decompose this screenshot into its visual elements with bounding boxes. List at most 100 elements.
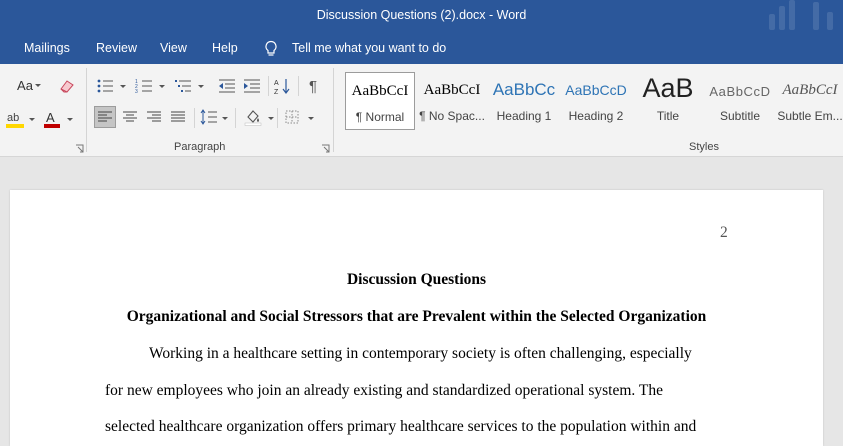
chevron-down-icon[interactable] bbox=[29, 118, 35, 121]
align-left-icon bbox=[98, 111, 112, 122]
title-bar-decoration bbox=[763, 0, 843, 34]
group-separator bbox=[333, 68, 334, 152]
svg-text:3: 3 bbox=[135, 89, 138, 94]
chevron-down-icon[interactable] bbox=[67, 118, 73, 121]
font-color-icon: A bbox=[44, 110, 60, 128]
increase-indent-button[interactable] bbox=[242, 76, 262, 96]
multilevel-list-button[interactable] bbox=[172, 76, 194, 96]
menu-mailings[interactable]: Mailings bbox=[24, 41, 70, 55]
styles-gallery: AaBbCcI ¶ Normal AaBbCcI ¶ No Spac... Aa… bbox=[343, 72, 843, 130]
style-name: Subtitle bbox=[719, 109, 761, 123]
chevron-down-icon[interactable] bbox=[268, 117, 274, 120]
numbering-button[interactable]: 1 2 3 bbox=[133, 76, 155, 96]
dialog-launcher-icon[interactable] bbox=[75, 144, 84, 153]
multilevel-list-icon bbox=[175, 80, 191, 92]
borders-button[interactable] bbox=[282, 106, 302, 128]
line-spacing-icon bbox=[200, 109, 217, 125]
styles-group-label: Styles bbox=[689, 141, 719, 153]
style-preview: AaBbCcI bbox=[782, 82, 838, 98]
style-title[interactable]: AaB Title bbox=[633, 72, 703, 130]
button-separator bbox=[277, 108, 278, 128]
menu-review[interactable]: Review bbox=[96, 41, 137, 55]
style-heading-1[interactable]: AaBbCc Heading 1 bbox=[489, 72, 559, 130]
style-preview: AaBbCcI bbox=[351, 83, 409, 99]
chevron-down-icon[interactable] bbox=[222, 117, 228, 120]
decrease-indent-button[interactable] bbox=[217, 76, 237, 96]
align-right-icon bbox=[147, 111, 161, 122]
button-separator bbox=[235, 108, 236, 128]
paint-bucket-icon bbox=[244, 110, 262, 126]
button-separator bbox=[194, 108, 195, 128]
clear-formatting-button[interactable] bbox=[57, 76, 77, 96]
svg-text:ab: ab bbox=[7, 112, 19, 124]
tell-me-search[interactable]: Tell me what you want to do bbox=[292, 41, 446, 55]
line-spacing-button[interactable] bbox=[199, 106, 219, 128]
chevron-down-icon[interactable] bbox=[308, 117, 314, 120]
window-title: Discussion Questions (2).docx - Word bbox=[316, 8, 527, 22]
style-preview: AaBbCcI bbox=[423, 82, 481, 98]
align-center-button[interactable] bbox=[119, 106, 141, 128]
font-color-button[interactable]: A bbox=[42, 108, 62, 130]
menu-bar: Mailings Review View Help Tell me what y… bbox=[0, 34, 843, 64]
button-separator bbox=[298, 76, 299, 96]
chevron-down-icon bbox=[35, 84, 41, 87]
paragraph-group-label: Paragraph bbox=[174, 141, 226, 153]
page-number: 2 bbox=[720, 224, 728, 241]
eraser-icon bbox=[60, 80, 74, 93]
group-separator bbox=[86, 68, 87, 152]
section-heading: Organizational and Social Stressors that… bbox=[126, 308, 707, 325]
numbered-list-icon: 1 2 3 bbox=[135, 79, 152, 94]
lightbulb-icon[interactable] bbox=[264, 40, 278, 58]
svg-text:Z: Z bbox=[274, 89, 279, 95]
menu-help[interactable]: Help bbox=[212, 41, 238, 55]
change-case-button[interactable]: Aa bbox=[10, 76, 41, 94]
justify-button[interactable] bbox=[167, 106, 189, 128]
document-page[interactable]: 2 Discussion Questions Organizational an… bbox=[10, 190, 823, 446]
dialog-launcher-icon[interactable] bbox=[321, 144, 330, 153]
sort-button[interactable]: A Z bbox=[273, 76, 293, 96]
pilcrow-icon: ¶ bbox=[308, 77, 318, 95]
style-normal[interactable]: AaBbCcI ¶ Normal bbox=[345, 72, 415, 130]
style-name: Heading 2 bbox=[568, 109, 624, 123]
style-subtitle[interactable]: AaBbCcD Subtitle bbox=[705, 72, 775, 130]
paragraph-line: Working in a healthcare setting in conte… bbox=[149, 345, 692, 362]
text-highlight-button[interactable]: ab bbox=[4, 108, 26, 130]
change-case-label: Aa bbox=[17, 77, 33, 93]
style-name: Title bbox=[656, 109, 680, 123]
increase-indent-icon bbox=[244, 79, 260, 93]
style-name: Heading 1 bbox=[496, 109, 552, 123]
shading-button[interactable] bbox=[242, 106, 264, 128]
decrease-indent-icon bbox=[219, 79, 235, 93]
style-preview: AaBbCcD bbox=[565, 82, 627, 98]
sort-icon: A Z bbox=[274, 79, 290, 95]
button-separator bbox=[268, 76, 269, 96]
paragraph-line: for new employees who join an already ex… bbox=[105, 382, 663, 399]
style-no-spacing[interactable]: AaBbCcI ¶ No Spac... bbox=[417, 72, 487, 130]
style-name: Subtle Em... bbox=[777, 109, 843, 123]
style-preview: AaB bbox=[642, 73, 694, 103]
bullet-list-icon bbox=[97, 79, 113, 93]
align-right-button[interactable] bbox=[143, 106, 165, 128]
chevron-down-icon[interactable] bbox=[120, 85, 126, 88]
paragraph-line: selected healthcare organization offers … bbox=[105, 418, 697, 435]
chevron-down-icon[interactable] bbox=[198, 85, 204, 88]
style-subtle-emphasis[interactable]: AaBbCcI Subtle Em... bbox=[777, 72, 843, 130]
svg-text:A: A bbox=[46, 110, 55, 125]
menu-view[interactable]: View bbox=[160, 41, 187, 55]
style-name: ¶ No Spac... bbox=[419, 109, 485, 123]
document-title: Discussion Questions bbox=[346, 271, 487, 288]
bullets-button[interactable] bbox=[94, 76, 116, 96]
document-area: 2 Discussion Questions Organizational an… bbox=[0, 157, 843, 446]
show-formatting-button[interactable]: ¶ bbox=[303, 76, 323, 96]
style-preview: AaBbCcD bbox=[709, 84, 771, 99]
style-heading-2[interactable]: AaBbCcD Heading 2 bbox=[561, 72, 631, 130]
style-name: ¶ Normal bbox=[355, 110, 405, 124]
svg-text:A: A bbox=[274, 80, 279, 87]
justify-icon bbox=[171, 111, 185, 122]
chevron-down-icon[interactable] bbox=[159, 85, 165, 88]
borders-icon bbox=[285, 110, 299, 124]
style-preview: AaBbCc bbox=[492, 80, 556, 99]
title-bar: Discussion Questions (2).docx - Word bbox=[0, 0, 843, 34]
align-left-button[interactable] bbox=[94, 106, 116, 128]
align-center-icon bbox=[123, 111, 137, 122]
